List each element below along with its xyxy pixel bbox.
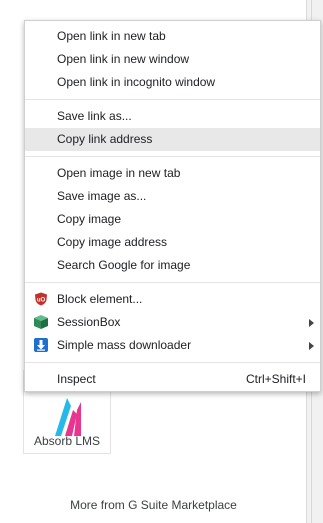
menu-inspect-shortcut: Ctrl+Shift+I [245, 372, 306, 386]
menu-inspect-label: Inspect [57, 372, 96, 386]
menu-sessionbox-label: SessionBox [57, 315, 121, 329]
menu-open-image-new-tab[interactable]: Open image in new tab [25, 162, 320, 185]
menu-copy-image-address[interactable]: Copy image address [25, 231, 320, 254]
menu-search-google-for-image[interactable]: Search Google for image [25, 254, 320, 277]
menu-save-image-as[interactable]: Save image as... [25, 185, 320, 208]
menu-open-link-new-window[interactable]: Open link in new window [25, 48, 320, 71]
menu-separator [25, 99, 320, 100]
menu-copy-image[interactable]: Copy image [25, 208, 320, 231]
menu-inspect[interactable]: Inspect Ctrl+Shift+I [25, 368, 320, 391]
menu-open-link-incognito[interactable]: Open link in incognito window [25, 71, 320, 94]
menu-separator [25, 362, 320, 363]
menu-save-link-as[interactable]: Save link as... [25, 105, 320, 128]
submenu-arrow-icon [309, 319, 314, 327]
absorb-lms-logo-icon [55, 398, 81, 436]
ublock-origin-icon: uO [35, 292, 47, 306]
menu-simple-mass-downloader[interactable]: Simple mass downloader [25, 334, 320, 357]
menu-sessionbox[interactable]: SessionBox [25, 311, 320, 334]
menu-block-element-label: Block element... [57, 292, 143, 306]
more-from-marketplace-link[interactable]: More from G Suite Marketplace [0, 498, 307, 512]
menu-open-link-new-tab[interactable]: Open link in new tab [25, 25, 320, 48]
menu-copy-link-address[interactable]: Copy link address [25, 128, 320, 151]
svg-text:uO: uO [37, 298, 46, 304]
menu-separator [25, 282, 320, 283]
download-arrow-icon [34, 338, 48, 352]
sessionbox-icon [34, 315, 48, 329]
menu-separator [25, 156, 320, 157]
app-card-name: Absorb LMS [33, 434, 101, 448]
menu-block-element[interactable]: uO Block element... [25, 288, 320, 311]
submenu-arrow-icon [309, 342, 314, 350]
context-menu: Open link in new tab Open link in new wi… [24, 20, 321, 392]
menu-simple-mass-downloader-label: Simple mass downloader [57, 338, 192, 352]
